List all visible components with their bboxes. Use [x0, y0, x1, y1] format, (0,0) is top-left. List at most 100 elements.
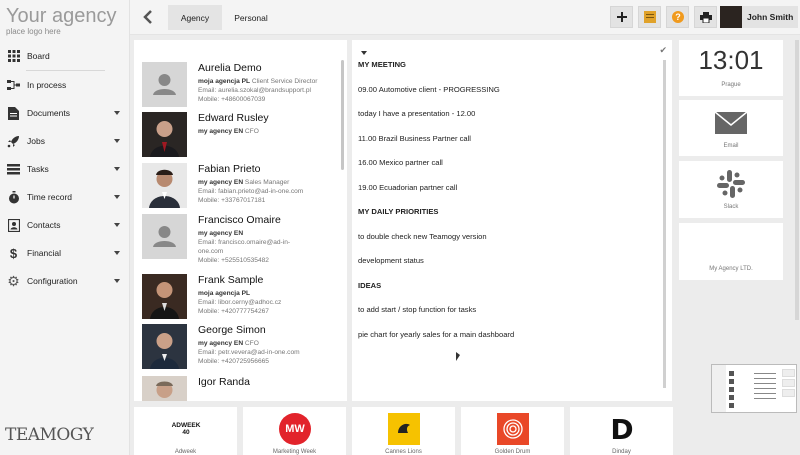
help-icon: ?: [671, 11, 684, 23]
logo-card-golden-drum[interactable]: Golden Drum: [461, 407, 564, 455]
sidebar-item-tasks[interactable]: Tasks: [0, 155, 129, 183]
thumbnail-row: [729, 371, 734, 376]
app: Your agency place logo here Board In pro…: [0, 0, 800, 455]
check-icon[interactable]: ✔: [659, 45, 667, 56]
sidebar-item-jobs[interactable]: Jobs: [0, 127, 129, 155]
note-line: development status: [358, 256, 424, 265]
marketing-week-logo: MW: [279, 413, 311, 445]
chevron-down-icon: [114, 223, 120, 227]
note-heading: IDEAS: [358, 281, 382, 290]
drum-spiral-icon: [503, 419, 523, 439]
flow-icon: [7, 79, 20, 92]
contact-photo-placeholder: [142, 62, 187, 107]
help-button[interactable]: ?: [666, 6, 689, 28]
notes-scrollbar[interactable]: [663, 60, 666, 388]
thumbnail-row: [729, 395, 734, 400]
contact-mobile: Mobile: +420725956665: [198, 358, 269, 365]
sidebar-item-label: Board: [27, 51, 50, 61]
contact-company-name: my agency EN: [198, 230, 244, 237]
agency-label: My Agency LTD.: [709, 266, 753, 272]
logo-card-marketing-week[interactable]: MW Marketing Week: [243, 407, 346, 455]
person-icon: [153, 226, 176, 247]
note-heading: MY DAILY PRIORITIES: [358, 207, 439, 216]
slack-label: Slack: [723, 204, 739, 210]
chevron-down-icon[interactable]: [361, 51, 367, 55]
print-button[interactable]: [694, 6, 717, 28]
sidebar-item-time-record[interactable]: Time record: [0, 183, 129, 211]
note-line: 16.00 Mexico partner call: [358, 158, 443, 167]
contacts-scrollbar[interactable]: [341, 60, 344, 170]
contact-company: moja agencja PL Client Service Director: [198, 77, 338, 86]
contact-company-name: moja agencja PL: [198, 290, 251, 297]
gear-icon: ⚙: [7, 272, 20, 289]
email-widget[interactable]: Email: [679, 100, 783, 156]
sidebar-item-contacts[interactable]: Contacts: [0, 211, 129, 239]
sidebar-nav: Board In process Documents Jobs Tasks Ti…: [0, 42, 129, 295]
add-button[interactable]: [610, 6, 633, 28]
contact-role: CFO: [244, 340, 259, 347]
notes-panel[interactable]: ✔ MY MEETING 09.00 Automotive client - P…: [352, 40, 672, 401]
sidebar-item-configuration[interactable]: ⚙ Configuration: [0, 267, 129, 295]
logo-label: Marketing Week: [272, 449, 317, 455]
contact-mobile: Mobile: +48600067039: [198, 96, 266, 103]
tab-agency[interactable]: Agency: [168, 5, 222, 30]
contact-name: Igor Randa: [198, 376, 250, 388]
sidebar-item-label: Tasks: [27, 164, 49, 174]
slack-widget[interactable]: Slack: [679, 161, 783, 218]
contact-role: CFO: [244, 128, 259, 135]
agency-logo[interactable]: Your agency place logo here: [0, 0, 129, 38]
sidebar-item-label: In process: [27, 80, 67, 90]
sidebar-item-documents[interactable]: Documents: [0, 99, 129, 127]
svg-text:?: ?: [675, 12, 681, 22]
sidebar-item-label: Financial: [27, 248, 62, 258]
sidebar-item-board[interactable]: Board: [0, 42, 129, 70]
contact-company: moja agencja PL: [198, 289, 338, 298]
contact-company: my agency EN CFO: [198, 127, 338, 136]
thumbnail-line: [754, 383, 776, 384]
agency-logo-title: Your agency: [6, 5, 117, 27]
logo-label: Dinday: [612, 449, 631, 455]
thumbnail-row: [729, 387, 734, 392]
contact-photo: [142, 376, 187, 401]
contact-name: Edward Rusley: [198, 112, 269, 124]
person-icon: [153, 74, 176, 95]
page-scrollbar[interactable]: [795, 40, 799, 320]
contact-company-name: my agency EN: [198, 128, 244, 135]
contact-email: Email: petr.vevera@ad-in-one.com: [198, 349, 300, 356]
adweek-logo: ADWEEK 40: [171, 422, 201, 436]
contact-name: Frank Sample: [198, 274, 264, 286]
avatar: [720, 6, 742, 28]
contact-name: Aurelia Demo: [198, 62, 262, 74]
sidebar-item-financial[interactable]: $ Financial: [0, 239, 129, 267]
user-menu[interactable]: John Smith: [720, 6, 798, 28]
document-icon: [7, 106, 20, 120]
contact-company-name: moja agencja PL: [198, 78, 251, 85]
cannes-lions-logo: [388, 413, 420, 445]
thumbnail-row: [729, 403, 734, 408]
contacts-panel: Aurelia Demo moja agencja PL Client Serv…: [134, 40, 347, 401]
note-line: 09.00 Automotive client - PROGRESSING: [358, 85, 500, 94]
logo-card-adweek[interactable]: ADWEEK 40 Adweek: [134, 407, 237, 455]
printer-icon: [699, 11, 712, 23]
sticky-note-icon: [643, 11, 656, 23]
sidebar-item-in-process[interactable]: In process: [0, 71, 129, 99]
contact-photo-placeholder: [142, 214, 187, 259]
email-label: Email: [723, 143, 739, 149]
dinday-logo: D: [610, 412, 634, 446]
thumbnail-line: [754, 398, 776, 399]
agency-widget[interactable]: My Agency LTD.: [679, 223, 783, 280]
logo-card-cannes-lions[interactable]: Cannes Lions: [352, 407, 455, 455]
sidebar-item-label: Time record: [27, 192, 73, 202]
clock-widget[interactable]: 13:01 Prague: [679, 40, 783, 96]
tab-personal[interactable]: Personal: [226, 5, 276, 30]
note-line: 11.00 Brazil Business Partner call: [358, 134, 471, 143]
thumbnail-sidebar: [712, 365, 726, 412]
back-arrow-icon[interactable]: [141, 9, 155, 25]
contact-email: Email: aurelia.szokal@brandsupport.pl: [198, 87, 311, 94]
clock-city: Prague: [721, 82, 741, 88]
notes-button[interactable]: [638, 6, 661, 28]
screen-thumbnail[interactable]: [711, 364, 797, 413]
teamogy-logo-text: TEAMOGY: [5, 425, 94, 445]
logo-card-dinday[interactable]: D Dinday: [570, 407, 673, 455]
sidebar-item-label: Configuration: [27, 276, 78, 286]
